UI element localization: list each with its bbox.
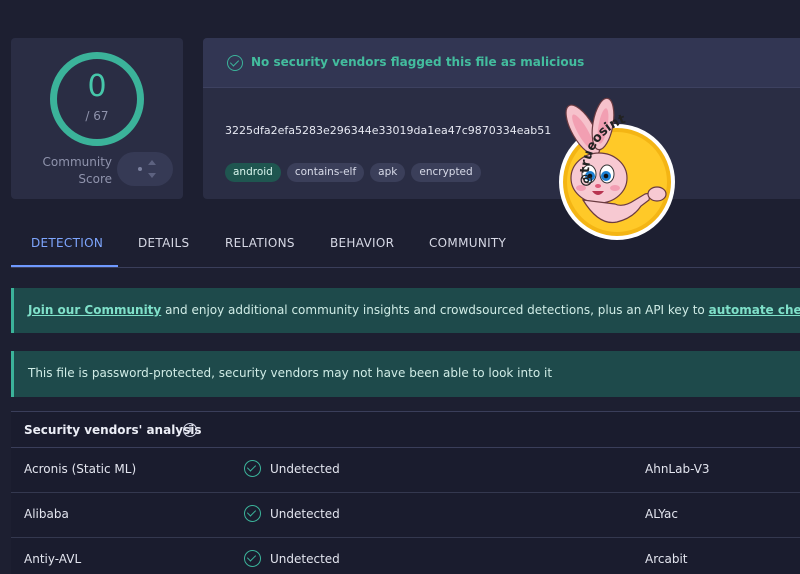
vendor-name: Antiy-AVL	[24, 552, 82, 566]
check-circle-icon	[244, 460, 261, 477]
analysis-header: Security vendors' analysis i	[11, 412, 800, 448]
vendor-status: Undetected	[270, 462, 340, 476]
analysis-title: Security vendors' analysis	[24, 423, 202, 437]
tag-contains-elf[interactable]: contains-elf	[286, 163, 365, 182]
detection-count: 0	[87, 69, 107, 104]
password-warning-banner: This file is password-protected, securit…	[11, 351, 800, 397]
detection-total: / 67	[85, 109, 109, 123]
community-banner: Join our Community and enjoy additional …	[11, 288, 800, 333]
password-warning-text: This file is password-protected, securit…	[28, 366, 553, 380]
file-tags: android contains-elf apk encrypted	[225, 163, 481, 182]
community-banner-text: and enjoy additional community insights …	[161, 303, 709, 317]
check-circle-icon	[244, 550, 261, 567]
table-row: Acronis (Static ML) Undetected AhnLab-V3	[11, 449, 800, 493]
tab-relations[interactable]: RELATIONS	[225, 236, 295, 250]
file-summary-card: No security vendors flagged this file as…	[203, 38, 800, 199]
vote-up-icon[interactable]	[148, 160, 156, 165]
info-icon[interactable]: i	[183, 423, 197, 437]
vendor-name: Alibaba	[24, 507, 69, 521]
table-row: Alibaba Undetected ALYac	[11, 494, 800, 538]
tab-community[interactable]: COMMUNITY	[429, 236, 506, 250]
community-score-label: Community Score	[42, 155, 112, 186]
verdict-header: No security vendors flagged this file as…	[203, 38, 800, 88]
tag-android[interactable]: android	[225, 163, 281, 182]
check-circle-icon	[244, 505, 261, 522]
tab-details[interactable]: DETAILS	[138, 236, 189, 250]
verdict-text: No security vendors flagged this file as…	[251, 55, 585, 69]
automate-checks-link[interactable]: automate checks.	[709, 303, 800, 317]
active-tab-indicator	[11, 265, 118, 267]
report-tabs: DETECTION DETAILS RELATIONS BEHAVIOR COM…	[11, 228, 800, 268]
vote-dot-icon	[138, 167, 142, 171]
vendor-status: Undetected	[270, 552, 340, 566]
vendor-name: ALYac	[645, 507, 678, 521]
tab-behavior[interactable]: BEHAVIOR	[330, 236, 394, 250]
vendor-name: AhnLab-V3	[645, 462, 710, 476]
tag-encrypted[interactable]: encrypted	[411, 163, 481, 182]
vote-down-icon[interactable]	[148, 173, 156, 178]
tab-detection[interactable]: DETECTION	[31, 236, 103, 250]
tag-apk[interactable]: apk	[370, 163, 406, 182]
check-circle-icon	[227, 55, 243, 71]
file-hash: 3225dfa2efa5283e296344e33019da1ea47c9870…	[225, 124, 552, 137]
vendors-analysis-table: Security vendors' analysis i Acronis (St…	[11, 411, 800, 574]
vendor-name: Arcabit	[645, 552, 688, 566]
community-score-card: 0 / 67 Community Score	[11, 38, 183, 199]
community-vote-control[interactable]	[117, 152, 173, 186]
join-community-link[interactable]: Join our Community	[28, 303, 161, 317]
detection-score-ring: 0 / 67	[50, 52, 144, 146]
trueosint-bunny-sticker: @trueosint	[553, 96, 681, 246]
table-row: Antiy-AVL Undetected Arcabit	[11, 539, 800, 574]
vendor-name: Acronis (Static ML)	[24, 462, 137, 476]
vendor-status: Undetected	[270, 507, 340, 521]
